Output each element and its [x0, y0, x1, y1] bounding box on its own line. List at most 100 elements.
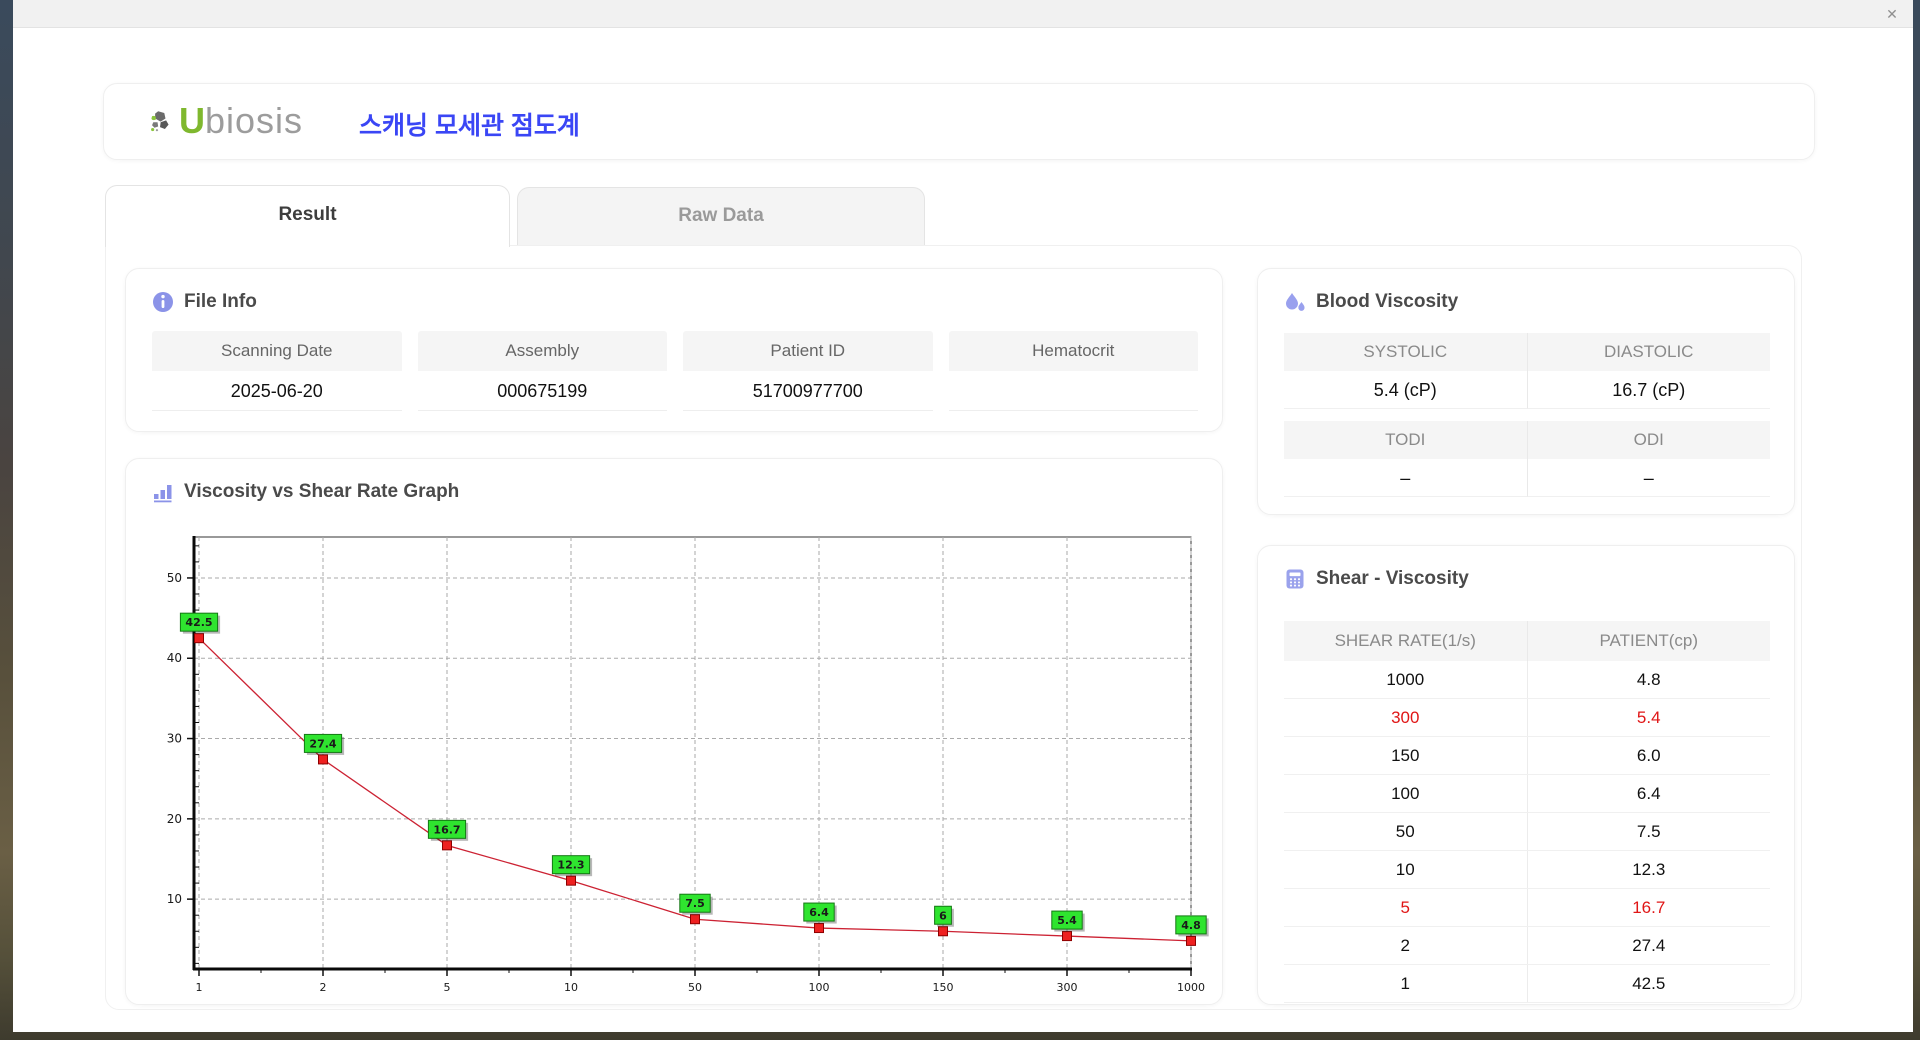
table-row: 5 16.7 — [1284, 889, 1770, 927]
data-label-text: 27.4 — [309, 737, 336, 750]
blood-viscosity-header-row: SYSTOLIC DIASTOLIC — [1284, 333, 1770, 371]
data-point-marker — [1186, 935, 1196, 946]
data-label-text: 4.8 — [1181, 919, 1201, 932]
table-header-cell: PATIENT(cp) — [1599, 631, 1699, 650]
x-tick-label: 2 — [320, 981, 327, 991]
table-row: 300 5.4 — [1284, 699, 1770, 737]
blood-viscosity-value-row: – – — [1284, 459, 1770, 497]
x-tick-label: 1000 — [1177, 981, 1205, 991]
patient-viscosity-cell: 6.4 — [1636, 784, 1661, 803]
file-info-field: Patient ID 51700977700 — [683, 331, 933, 411]
blood-viscosity-card: Blood Viscosity SYSTOLIC DIASTOLIC 5.4 (cP… — [1257, 268, 1795, 515]
file-info-field-label: Assembly — [417, 331, 667, 371]
desktop: { "titlebar": { "close_glyph": "✕" }, "h… — [0, 0, 1920, 1040]
blood-viscosity-value-cell: – — [1527, 459, 1770, 497]
file-info-field-value: 2025-06-20 — [152, 371, 402, 411]
table-row: 2 27.4 — [1284, 927, 1770, 965]
x-tick-label: 10 — [564, 981, 578, 991]
data-point-marker — [194, 633, 204, 644]
x-tick-label: 5 — [444, 981, 451, 991]
shear-rate-cell: 150 — [1284, 737, 1528, 774]
x-tick-label: 100 — [809, 981, 830, 991]
file-info-field-label: Scanning Date — [152, 331, 402, 371]
bar-chart-icon — [154, 485, 172, 503]
ubiosis-logo-icon — [151, 111, 169, 132]
file-info-card: File Info Scanning Date 2025-06-20 Assembl… — [125, 268, 1223, 432]
graph-card: Viscosity vs Shear Rate Graph 1 2 5 10 50 100… — [125, 458, 1223, 1005]
x-tick-label: 150 — [933, 981, 954, 991]
shear-rate-cell: 300 — [1284, 699, 1528, 736]
y-tick-label: 40 — [167, 651, 182, 665]
window-titlebar: ✕ — [13, 0, 1913, 28]
blood-viscosity-header-cell: SYSTOLIC — [1284, 333, 1528, 371]
tab-result[interactable]: Result — [105, 185, 510, 247]
blood-viscosity-title: Blood Viscosity — [1316, 291, 1459, 312]
data-point-marker — [566, 875, 576, 886]
file-info-field-value — [948, 371, 1198, 411]
data-label-text: 6.4 — [809, 906, 829, 919]
y-tick-label: 10 — [167, 892, 182, 906]
app-title: 스캐닝 모세관 점도계 — [359, 112, 580, 140]
data-label-text: 42.5 — [185, 616, 212, 629]
shear-rate-cell: 5 — [1284, 889, 1528, 926]
blood-viscosity-value-cell: 16.7 (cP) — [1527, 371, 1770, 409]
data-point-marker — [318, 754, 328, 765]
table-row: 150 6.0 — [1284, 737, 1770, 775]
shear-viscosity-title: Shear - Viscosity — [1316, 568, 1469, 589]
y-tick-label: 20 — [167, 812, 182, 826]
blood-viscosity-value-row: 5.4 (cP) 16.7 (cP) — [1284, 371, 1770, 409]
blood-viscosity-header-cell: ODI — [1527, 421, 1770, 459]
table-row: 10 12.3 — [1284, 851, 1770, 889]
blood-drop-icon — [1286, 293, 1305, 311]
patient-viscosity-cell: 6.0 — [1636, 746, 1661, 765]
blood-viscosity-table: SYSTOLIC DIASTOLIC 5.4 (cP) 16.7 (cP) TODI OD… — [1284, 333, 1770, 497]
data-point-marker — [690, 914, 700, 925]
data-label-text: 12.3 — [557, 859, 584, 872]
data-label-text: 6 — [939, 909, 947, 922]
data-label-text: 16.7 — [433, 823, 460, 836]
table-row: 1000 4.8 — [1284, 661, 1770, 699]
table-header-row: SHEAR RATE(1/s) PATIENT(cp) — [1284, 621, 1770, 661]
calculator-icon — [1286, 569, 1304, 589]
blood-viscosity-header-cell: DIASTOLIC — [1527, 333, 1770, 371]
data-point-marker — [1062, 931, 1072, 942]
shear-rate-cell: 50 — [1284, 813, 1528, 850]
patient-viscosity-cell: 16.7 — [1632, 898, 1666, 917]
graph-title: Viscosity vs Shear Rate Graph — [184, 481, 460, 502]
logo-text-u: U — [179, 100, 205, 141]
patient-viscosity-cell: 12.3 — [1632, 860, 1666, 879]
logo-text-biosis: biosis — [205, 100, 304, 141]
x-tick-label: 50 — [688, 981, 702, 991]
shear-viscosity-card: Shear - Viscosity SHEAR RATE(1/s) PATIENT… — [1257, 545, 1795, 1005]
logo: Ubiosis — [149, 100, 303, 142]
file-info-fields: Scanning Date 2025-06-20 Assembly 000675199… — [152, 331, 1198, 411]
table-header-cell: SHEAR RATE(1/s) — [1284, 621, 1528, 661]
data-label-text: 7.5 — [685, 897, 705, 910]
info-icon — [153, 292, 173, 312]
y-tick-label: 50 — [167, 571, 182, 585]
patient-viscosity-cell: 27.4 — [1632, 936, 1666, 955]
x-tick-label: 300 — [1057, 981, 1078, 991]
close-icon[interactable]: ✕ — [1883, 5, 1901, 23]
file-info-field: Hematocrit — [948, 331, 1198, 411]
shear-rate-cell: 2 — [1284, 927, 1528, 964]
table-row: 100 6.4 — [1284, 775, 1770, 813]
table-row: 1 42.5 — [1284, 965, 1770, 1003]
file-info-field-label: Patient ID — [683, 331, 933, 371]
patient-viscosity-cell: 5.4 — [1636, 708, 1661, 727]
data-point-marker — [442, 840, 452, 851]
blood-viscosity-value-cell: – — [1284, 459, 1528, 497]
table-row: 50 7.5 — [1284, 813, 1770, 851]
blood-viscosity-value-cell: 5.4 (cP) — [1284, 371, 1528, 409]
header-card: Ubiosis 스캐닝 모세관 점도계 — [103, 83, 1815, 160]
shear-rate-cell: 1000 — [1284, 661, 1528, 698]
viscosity-shear-chart: 1 2 5 10 50 100 150 300 1000 10 20 30 40 50 42.5 27.4 16… — [167, 536, 1209, 991]
shear-viscosity-table: SHEAR RATE(1/s) PATIENT(cp) 1000 4.8 300 5.4 1… — [1284, 621, 1770, 1003]
file-info-field-value: 51700977700 — [683, 371, 933, 411]
file-info-title: File Info — [184, 291, 257, 312]
file-info-field-value: 000675199 — [417, 371, 667, 411]
shear-rate-cell: 100 — [1284, 775, 1528, 812]
data-point-marker — [938, 926, 948, 937]
tab-raw-data[interactable]: Raw Data — [517, 187, 925, 245]
file-info-field: Scanning Date 2025-06-20 — [152, 331, 402, 411]
